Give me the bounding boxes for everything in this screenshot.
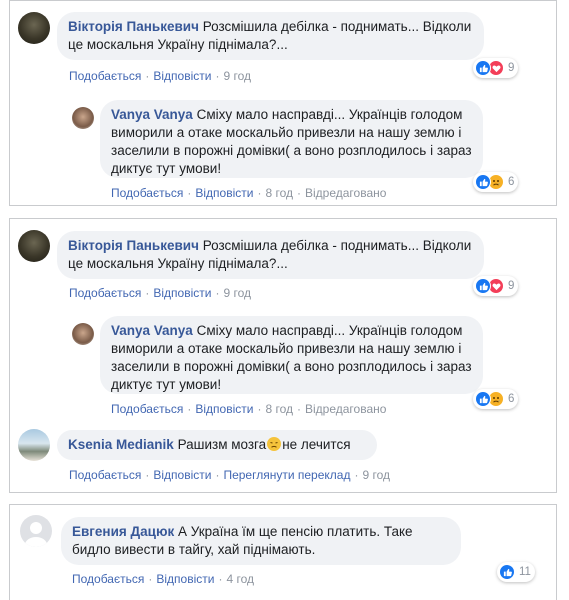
reply-link[interactable]: Відповісти (195, 186, 253, 200)
comment-actions: Подобається · Відповісти · 9 год (69, 286, 251, 300)
reply-link[interactable]: Відповісти (156, 572, 214, 586)
reaction-count: 6 (508, 176, 515, 188)
timestamp[interactable]: 9 год (223, 286, 251, 300)
like-icon (475, 174, 491, 190)
reaction-count: 11 (519, 566, 531, 578)
reaction-summary[interactable]: 6 (473, 172, 519, 192)
timestamp[interactable]: 8 год (265, 186, 293, 200)
timestamp[interactable]: 4 год (226, 572, 254, 586)
comment-bubble: Вікторія Панькевич Розсмішила дебілка - … (57, 231, 484, 279)
avatar[interactable] (18, 429, 50, 461)
comment-bubble: Евгения Дацюк А Україна їм ще пенсію пла… (61, 517, 461, 565)
avatar[interactable] (20, 515, 52, 547)
reply-author[interactable]: Vanya Vanya (111, 107, 193, 122)
default-avatar-icon (24, 522, 48, 547)
reply-author[interactable]: Vanya Vanya (111, 323, 193, 338)
comment-panel-1: Вікторія Панькевич Розсмішила дебілка - … (9, 0, 557, 206)
avatar[interactable] (72, 323, 94, 345)
see-translation-link[interactable]: Переглянути переклад (223, 468, 350, 482)
reaction-count: 6 (508, 393, 515, 405)
like-link[interactable]: Подобається (69, 468, 141, 482)
reaction-summary[interactable]: 6 (473, 389, 519, 409)
like-icon (475, 278, 491, 294)
comment-author[interactable]: Вікторія Панькевич (68, 19, 199, 34)
like-icon (475, 391, 491, 407)
like-link[interactable]: Подобається (111, 402, 183, 416)
comment-bubble: Вікторія Панькевич Розсмішила дебілка - … (57, 12, 484, 60)
reply-link[interactable]: Відповісти (153, 69, 211, 83)
comment-text: Рашизм мозга (177, 437, 267, 452)
reaction-summary[interactable]: 11 (497, 562, 535, 582)
comment-author[interactable]: Вікторія Панькевич (68, 238, 199, 253)
reply-link[interactable]: Відповісти (153, 286, 211, 300)
comment-author[interactable]: Ksenia Medianik (68, 437, 174, 452)
comment-panel-3: Евгения Дацюк А Україна їм ще пенсію пла… (9, 504, 557, 600)
edited-label[interactable]: Відредаговано (305, 402, 386, 416)
avatar[interactable] (72, 107, 94, 129)
edited-label[interactable]: Відредаговано (305, 186, 386, 200)
reaction-summary[interactable]: 9 (473, 58, 519, 78)
comment-author[interactable]: Евгения Дацюк (72, 524, 174, 539)
emoji-sad-face (267, 437, 282, 451)
avatar[interactable] (18, 12, 50, 44)
comment-bubble: Ksenia Medianik Рашизм мозга не лечится (57, 430, 377, 460)
like-link[interactable]: Подобається (111, 186, 183, 200)
comment-actions: Подобається · Відповісти · 4 год (72, 572, 254, 586)
like-link[interactable]: Подобається (69, 69, 141, 83)
like-link[interactable]: Подобається (69, 286, 141, 300)
reaction-summary[interactable]: 9 (473, 276, 519, 296)
timestamp[interactable]: 9 год (362, 468, 390, 482)
reply-bubble: Vanya Vanya Сміху мало насправді... Укра… (100, 316, 483, 394)
timestamp[interactable]: 9 год (223, 69, 251, 83)
reaction-count: 9 (508, 62, 515, 74)
reply-actions: Подобається · Відповісти · 8 год · Відредагова… (111, 186, 387, 200)
comment-actions: Подобається · Відповісти · Переглянути перек… (69, 468, 391, 482)
comment-actions: Подобається · Відповісти · 9 год (69, 69, 251, 83)
reply-link[interactable]: Відповісти (153, 468, 211, 482)
avatar[interactable] (18, 230, 50, 262)
like-icon (475, 60, 491, 76)
reply-bubble: Vanya Vanya Сміху мало насправді... Укра… (100, 100, 483, 178)
timestamp[interactable]: 8 год (265, 402, 293, 416)
like-link[interactable]: Подобається (72, 572, 144, 586)
like-icon (499, 564, 515, 580)
reply-actions: Подобається · Відповісти · 8 год · Відредагова… (111, 402, 387, 416)
reply-link[interactable]: Відповісти (195, 402, 253, 416)
comment-text-end: не лечится (282, 437, 351, 452)
comment-panel-2: Вікторія Панькевич Розсмішила дебілка - … (9, 218, 557, 493)
reaction-count: 9 (508, 280, 515, 292)
